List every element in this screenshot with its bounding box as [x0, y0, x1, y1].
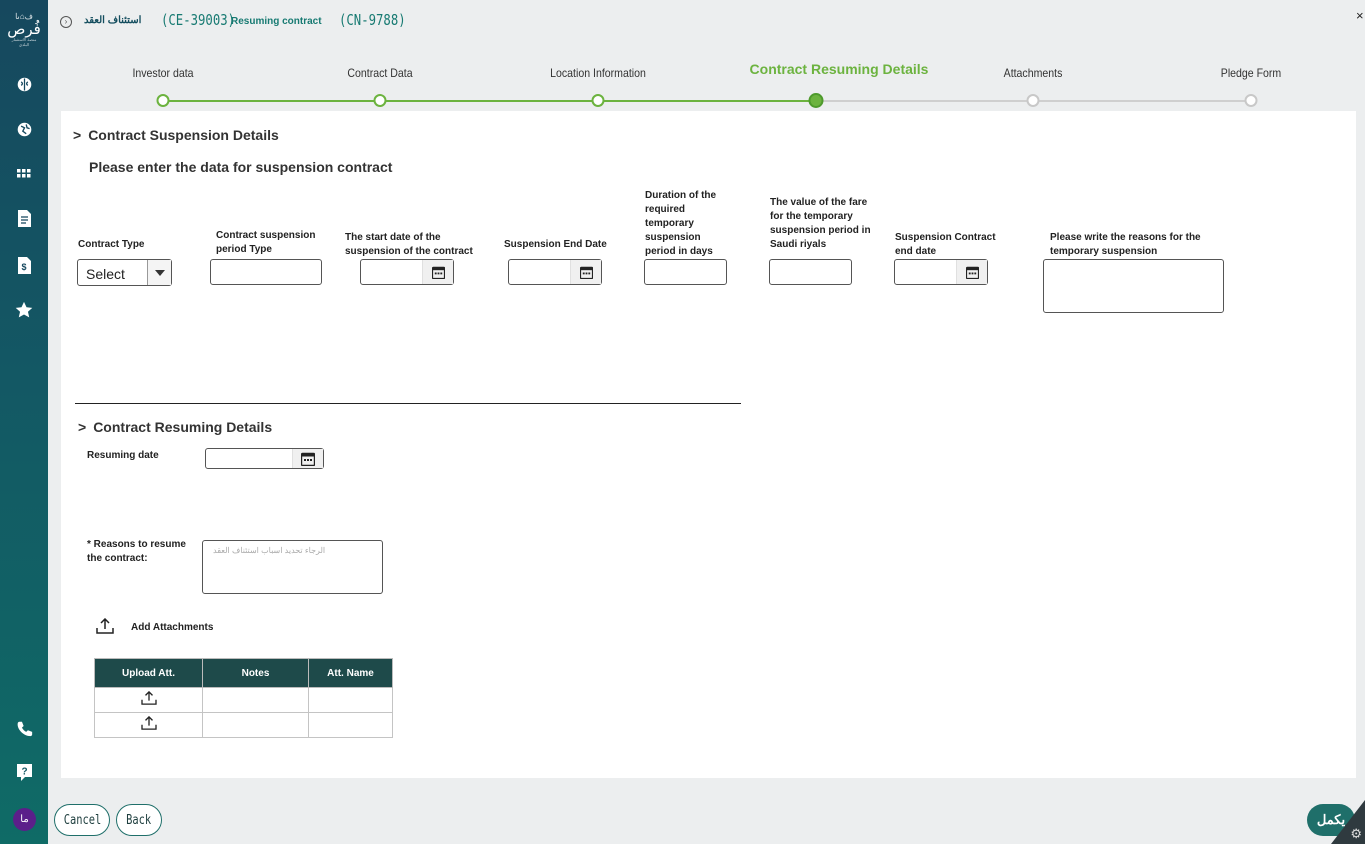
grid-icon[interactable] — [14, 165, 34, 185]
period-type-input[interactable] — [210, 259, 322, 285]
chevron-right-icon: > — [78, 419, 87, 435]
step-dot-contract-data[interactable] — [373, 94, 387, 107]
step-dot-attachments[interactable] — [1026, 94, 1040, 107]
arabic-page-title: استئناف العقد — [84, 15, 142, 26]
footer-bar: Cancel Back يكمل ⚙ — [48, 795, 1365, 844]
logo-sub: منصة الاستثمار البلدي — [11, 37, 37, 47]
att-name-cell — [308, 687, 393, 713]
help-icon[interactable]: ? — [14, 762, 34, 782]
step-line-done — [163, 100, 816, 102]
calendar-icon[interactable] — [292, 449, 323, 468]
sidebar: ف⌂ىا فُرص منصة الاستثمار البلدي $ ? ما — [0, 0, 48, 844]
contract-type-value: Select — [86, 266, 125, 282]
step-dot-investor-data[interactable] — [156, 94, 170, 107]
caret-down-icon[interactable] — [147, 260, 171, 285]
upload-icon — [140, 690, 157, 705]
logo-main: فُرص — [7, 20, 41, 38]
step-label-pledge-form[interactable]: Pledge Form — [1221, 66, 1281, 80]
att-name-cell — [308, 712, 393, 738]
resuming-date-input[interactable] — [205, 448, 324, 469]
brain-icon[interactable] — [14, 74, 34, 94]
star-icon[interactable] — [14, 300, 34, 320]
upload-cell[interactable] — [94, 712, 203, 738]
phone-icon[interactable] — [14, 718, 34, 738]
calendar-icon[interactable] — [570, 260, 601, 284]
contract-ce-number: (CE-39003) — [161, 11, 236, 29]
contract-cn-number: (CN-9788) — [339, 11, 406, 29]
table-row — [94, 687, 393, 713]
close-icon[interactable]: × — [1356, 8, 1364, 23]
resuming-date-label: Resuming date — [87, 450, 159, 461]
upload-icon[interactable] — [96, 617, 114, 639]
gear-icon[interactable]: ⚙ — [1350, 826, 1362, 842]
document-icon[interactable] — [14, 208, 34, 228]
step-dot-location-information[interactable] — [591, 94, 605, 107]
notes-cell[interactable] — [202, 712, 309, 738]
step-dot-pledge-form[interactable] — [1244, 94, 1258, 107]
suspension-reasons-label: Please write the reasons for the tempora… — [1050, 232, 1201, 257]
step-label-contract-resuming-details[interactable]: Contract Resuming Details — [750, 61, 929, 77]
page-subtitle: Resuming contract — [231, 16, 322, 27]
col-upload-att: Upload Att. — [94, 658, 203, 688]
back-label: Back — [126, 812, 152, 828]
cancel-label: Cancel — [63, 812, 101, 828]
notes-cell[interactable] — [202, 687, 309, 713]
progress-stepper: Investor data Contract Data Location Inf… — [48, 58, 1365, 110]
end-date-input[interactable] — [508, 259, 602, 285]
start-date-label: The start date of the suspension of the … — [345, 232, 473, 257]
table-row — [94, 712, 393, 738]
page-header: › استئناف العقد (CE-39003) Resuming cont… — [48, 0, 1365, 46]
step-label-attachments[interactable]: Attachments — [1004, 66, 1063, 80]
suspension-subtitle: Please enter the data for suspension con… — [89, 159, 393, 175]
chevron-right-icon: > — [73, 127, 82, 143]
upload-icon — [140, 715, 157, 730]
attachments-table: Upload Att. Notes Att. Name — [94, 658, 393, 738]
resume-reasons-label: * Reasons to resume the contract: — [87, 539, 186, 564]
app-logo[interactable]: ف⌂ىا فُرص منصة الاستثمار البلدي — [7, 12, 41, 52]
fare-label: The value of the fare for the temporary … — [770, 197, 871, 250]
resuming-section-title: Contract Resuming Details — [93, 419, 273, 435]
svg-text:$: $ — [21, 262, 26, 272]
calendar-icon[interactable] — [422, 260, 453, 284]
start-date-input[interactable] — [360, 259, 454, 285]
cancel-button[interactable]: Cancel — [54, 804, 110, 836]
suspension-reasons-textarea[interactable] — [1043, 259, 1224, 313]
step-label-contract-data[interactable]: Contract Data — [347, 66, 412, 80]
step-dot-contract-resuming-details[interactable] — [808, 93, 824, 108]
back-arrow-icon[interactable]: › — [60, 16, 72, 28]
back-button[interactable]: Back — [116, 804, 162, 836]
calendar-icon[interactable] — [956, 260, 987, 284]
add-attachments-button[interactable]: Add Attachments — [131, 621, 213, 635]
col-att-name: Att. Name — [308, 658, 393, 688]
fare-input[interactable] — [769, 259, 852, 285]
duration-input[interactable] — [644, 259, 727, 285]
contract-end-date-input[interactable] — [894, 259, 988, 285]
section-divider — [75, 403, 741, 404]
svg-text:?: ? — [21, 766, 27, 777]
money-document-icon[interactable]: $ — [14, 255, 34, 275]
globe-icon[interactable] — [14, 119, 34, 139]
logo-top: ف⌂ىا — [15, 12, 33, 21]
contract-type-select[interactable]: Select — [77, 259, 172, 286]
main-panel: > Contract Suspension Details Please ente… — [61, 111, 1356, 778]
duration-label: Duration of the required temporary suspe… — [645, 190, 717, 257]
col-notes: Notes — [202, 658, 309, 688]
step-label-investor-data[interactable]: Investor data — [132, 66, 193, 80]
period-type-label: Contract suspension period Type — [216, 230, 316, 255]
upload-cell[interactable] — [94, 687, 203, 713]
resume-reasons-placeholder: الرجاء تحديد اسباب استئناف العقد — [213, 546, 326, 555]
contract-type-label: Contract Type — [78, 239, 145, 250]
user-avatar[interactable]: ما — [13, 808, 36, 831]
contract-end-date-label: Suspension Contract end date — [895, 232, 996, 257]
end-date-label: Suspension End Date — [504, 239, 607, 250]
resume-reasons-textarea[interactable]: الرجاء تحديد اسباب استئناف العقد — [202, 540, 383, 594]
resuming-section-header[interactable]: > Contract Resuming Details — [78, 419, 272, 435]
suspension-section-header[interactable]: > Contract Suspension Details — [73, 127, 279, 143]
suspension-section-title: Contract Suspension Details — [88, 127, 279, 143]
step-label-location-information[interactable]: Location Information — [550, 66, 646, 80]
